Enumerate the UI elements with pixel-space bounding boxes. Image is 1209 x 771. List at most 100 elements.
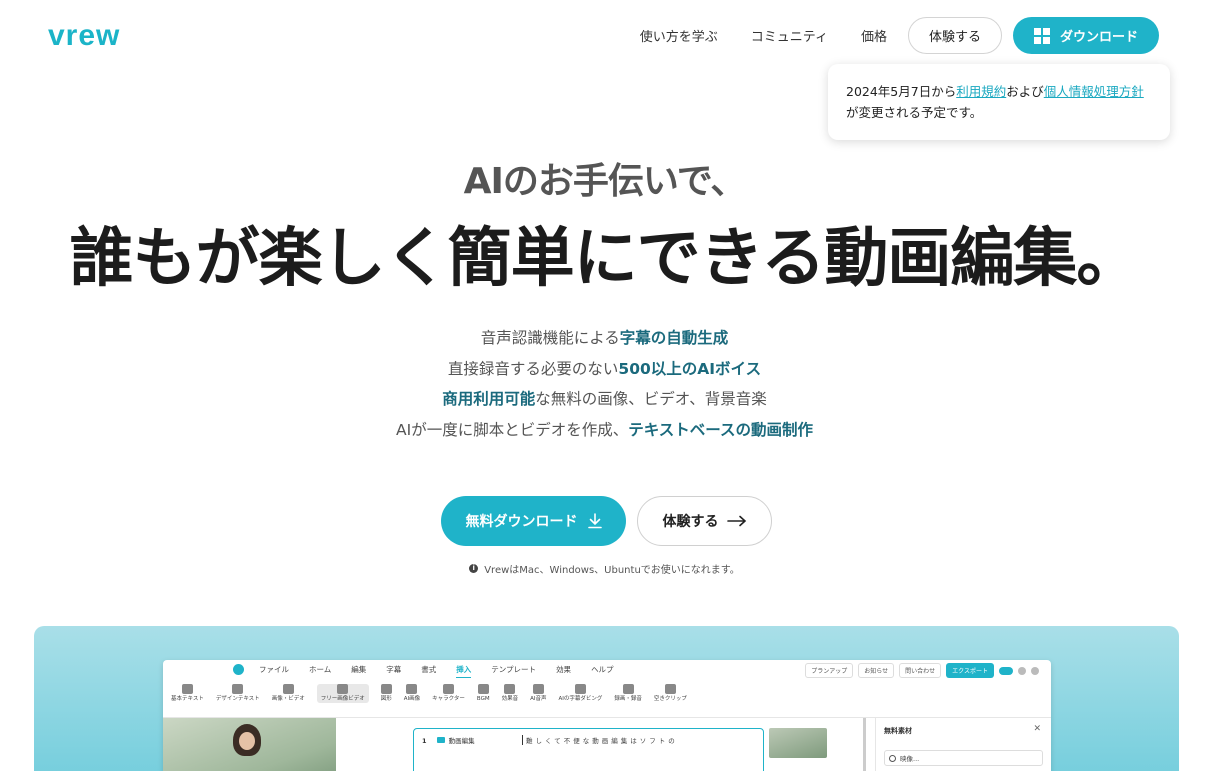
tool-label: AI音声	[530, 696, 547, 702]
trial-label: 体験する	[662, 514, 719, 530]
theme-toggle[interactable]	[999, 666, 1013, 675]
trial-button-label: 体験する	[928, 30, 981, 45]
top-nav: 使い方を学ぶ コミュニティ 価格 体験する ダウンロード	[640, 17, 1159, 54]
close-icon[interactable]: ✕	[1033, 724, 1041, 734]
hero-title: 誰もが楽しく簡単にできる動画編集。	[69, 222, 1141, 296]
character-icon	[443, 684, 455, 694]
notice-middle: および	[1006, 84, 1044, 99]
clip-text[interactable]: 難しくて不便な動画編集はソフトの	[522, 735, 678, 745]
menu-home[interactable]: ホーム	[309, 662, 331, 678]
user-avatar-icon	[233, 664, 244, 675]
feature-line: AIが一度に脚本とビデオを作成、テキストベースの動画制作	[0, 415, 1209, 446]
free-download-button[interactable]: 無料ダウンロード	[441, 496, 626, 546]
app-toolbar: 基本テキスト デザインテキスト 画像・ビデオ フリー画像ビデオ 図形 AI画像 …	[163, 680, 1051, 718]
dubbing-icon	[574, 684, 586, 694]
tool-image-video[interactable]: 画像・ビデオ	[272, 684, 305, 703]
clip-editor[interactable]: 1 動画編集 難しくて不便な動画編集はソフトの	[413, 728, 764, 771]
app-menubar: ファイル ホーム 編集 字幕 書式 挿入 テンプレート 効果 ヘルプ プランアッ…	[163, 660, 1051, 680]
feature-text: な無料の画像、ビデオ、背景音楽	[535, 390, 767, 408]
nav-community-link[interactable]: コミュニティ	[751, 26, 828, 45]
app-menu: ファイル ホーム 編集 字幕 書式 挿入 テンプレート 効果 ヘルプ	[259, 662, 634, 678]
tool-basic-text[interactable]: 基本テキスト	[171, 684, 204, 703]
export-button[interactable]: エクスポート	[946, 663, 994, 678]
tool-ai-image[interactable]: AI画像	[404, 684, 420, 703]
download-button-header[interactable]: ダウンロード	[1013, 17, 1159, 54]
tool-ai-dubbing[interactable]: AIの字幕ダビング	[559, 684, 602, 703]
tool-label: フリー画像ビデオ	[320, 696, 365, 702]
menu-subtitle[interactable]: 字幕	[386, 662, 401, 678]
tool-bgm[interactable]: BGM	[477, 684, 490, 703]
feature-highlight: 500以上のAIボイス	[618, 359, 762, 378]
panel-search-input[interactable]: 映像...	[884, 750, 1043, 766]
trial-button-header[interactable]: 体験する	[907, 17, 1002, 54]
ai-image-icon	[406, 684, 418, 694]
windows-icon	[1033, 27, 1050, 44]
vrew-logo[interactable]: vrew	[48, 21, 120, 51]
notifications-button[interactable]: お知らせ	[858, 663, 895, 678]
menu-template[interactable]: テンプレート	[491, 662, 536, 678]
free-assets-panel: 無料素材 ✕ 映像...	[875, 718, 1051, 771]
scrollbar[interactable]	[863, 718, 866, 771]
sound-effect-icon	[504, 684, 516, 694]
platform-note-text: VrewはMac、Windows、Ubuntuでお使いになれます。	[484, 565, 740, 576]
collapse-icon[interactable]	[1031, 666, 1039, 675]
nav-learn-link[interactable]: 使い方を学ぶ	[640, 26, 718, 45]
notice-prefix: 2024年5月7日から	[846, 84, 957, 99]
feature-text: 音声認識機能による	[480, 329, 620, 347]
clip-icon	[436, 737, 445, 743]
notice-suffix: が変更される予定です。	[846, 105, 983, 120]
tool-label: BGM	[476, 696, 490, 702]
settings-icon[interactable]	[1018, 666, 1026, 675]
platform-note: i VrewはMac、Windows、Ubuntuでお使いになれます。	[0, 561, 1209, 576]
empty-clip-icon	[664, 684, 676, 694]
tool-free-media[interactable]: フリー画像ビデオ	[316, 684, 369, 703]
tool-character[interactable]: キャラクター	[432, 684, 465, 703]
trial-button[interactable]: 体験する	[637, 496, 772, 546]
cta-buttons: 無料ダウンロード 体験する	[441, 496, 772, 546]
menu-file[interactable]: ファイル	[259, 662, 289, 678]
tool-label: 図形	[380, 696, 392, 702]
tool-label: AI画像	[403, 696, 421, 702]
contact-button[interactable]: 問い合わせ	[899, 663, 942, 678]
tool-shapes[interactable]: 図形	[380, 684, 392, 703]
menu-edit[interactable]: 編集	[351, 662, 366, 678]
privacy-policy-link[interactable]: 個人情報処理方針	[1044, 84, 1144, 99]
policy-change-notice: 2024年5月7日から利用規約および個人情報処理方針 が変更される予定です。	[828, 64, 1170, 140]
tool-record[interactable]: 録画・録音	[614, 684, 642, 703]
tool-empty-clip[interactable]: 空きクリップ	[654, 684, 687, 703]
tool-sound-effect[interactable]: 効果音	[502, 684, 518, 703]
tool-label: キャラクター	[432, 696, 465, 702]
app-workspace: 1 動画編集 難しくて不便な動画編集はソフトの 無料素材 ✕ 映像...	[163, 718, 1051, 771]
feature-line: 直接録音する必要のない500以上のAIボイス	[0, 354, 1209, 385]
app-preview-background: ファイル ホーム 編集 字幕 書式 挿入 テンプレート 効果 ヘルプ プランアッ…	[34, 626, 1179, 771]
music-note-icon	[477, 684, 489, 694]
tool-label: 空きクリップ	[653, 696, 687, 702]
menu-help[interactable]: ヘルプ	[591, 662, 614, 678]
tool-label: デザインテキスト	[215, 696, 260, 702]
search-icon	[889, 754, 896, 762]
menu-insert[interactable]: 挿入	[456, 662, 472, 678]
app-menu-right: プランアップ お知らせ 問い合わせ エクスポート	[805, 663, 1039, 678]
tool-label: 録画・録音	[614, 696, 642, 702]
info-icon: i	[469, 564, 479, 573]
clip-name-label: 動画編集	[448, 737, 475, 745]
panel-title: 無料素材	[884, 727, 912, 735]
clip-name: 動画編集	[436, 735, 475, 745]
tool-design-text[interactable]: デザインテキスト	[216, 684, 260, 703]
hero-subtitle: AIのお手伝いで、	[463, 161, 747, 202]
menu-format[interactable]: 書式	[421, 662, 436, 678]
feature-list: 音声認識機能による字幕の自動生成 直接録音する必要のない500以上のAIボイス …	[0, 323, 1209, 445]
ai-voice-icon	[532, 684, 544, 694]
feature-highlight: 商用利用可能	[442, 390, 536, 408]
tool-label: 基本テキスト	[171, 696, 204, 702]
nav-pricing-link[interactable]: 価格	[861, 26, 887, 45]
download-arrow-icon	[587, 513, 602, 529]
terms-link[interactable]: 利用規約	[956, 84, 1006, 99]
menu-effects[interactable]: 効果	[556, 662, 571, 678]
plan-up-button[interactable]: プランアップ	[805, 663, 854, 678]
video-preview[interactable]	[163, 718, 336, 771]
free-media-icon	[337, 684, 349, 694]
clip-thumbnail[interactable]	[769, 728, 827, 758]
design-text-icon	[232, 684, 244, 694]
tool-ai-voice[interactable]: AI音声	[530, 684, 547, 703]
